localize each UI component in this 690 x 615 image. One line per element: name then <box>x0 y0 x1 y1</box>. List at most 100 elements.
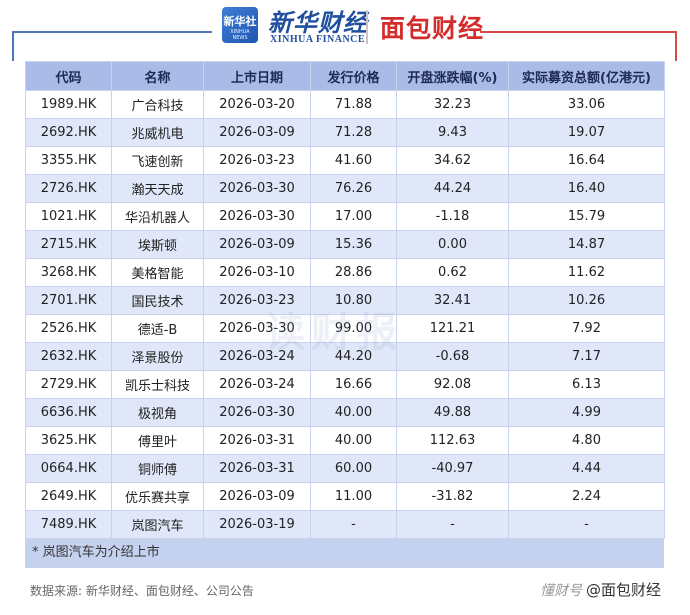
cell-open-change: 0.00 <box>396 230 509 259</box>
cell-open-change: 34.62 <box>396 146 509 175</box>
cell-listing-date: 2026-03-09 <box>203 118 311 147</box>
cell-code: 2632.HK <box>25 342 112 371</box>
cell-name: 兆威机电 <box>111 118 204 147</box>
cell-open-change: 121.21 <box>396 314 509 343</box>
table-header-row: 代码 名称 上市日期 发行价格 开盘涨跌幅(%) 实际募资总额(亿港元) <box>25 61 665 91</box>
cell-code: 2526.HK <box>25 314 112 343</box>
cell-name: 飞速创新 <box>111 146 204 175</box>
cell-funds-raised: 4.99 <box>508 398 665 427</box>
cell-open-change: 32.41 <box>396 286 509 315</box>
cell-name: 德适-B <box>111 314 204 343</box>
cell-name: 瀚天天成 <box>111 174 204 203</box>
cell-listing-date: 2026-03-09 <box>203 230 311 259</box>
cell-name: 傅里叶 <box>111 426 204 455</box>
cell-issue-price: 15.36 <box>310 230 397 259</box>
ipo-table: 代码 名称 上市日期 发行价格 开盘涨跌幅(%) 实际募资总额(亿港元) 198… <box>25 61 665 539</box>
cell-open-change: - <box>396 510 509 539</box>
cell-funds-raised: 33.06 <box>508 90 665 119</box>
cell-code: 1021.HK <box>25 202 112 231</box>
mianbao-logo: 面包财经 <box>380 14 485 43</box>
cell-open-change: 9.43 <box>396 118 509 147</box>
cell-funds-raised: 19.07 <box>508 118 665 147</box>
table-note: * 岚图汽车为介绍上市 <box>25 539 664 568</box>
cell-funds-raised: 16.64 <box>508 146 665 175</box>
cell-open-change: 0.62 <box>396 258 509 287</box>
table-row: 1021.HK 华沿机器人 2026-03-30 17.00 -1.18 15.79 <box>25 202 665 231</box>
cell-issue-price: 28.86 <box>310 258 397 287</box>
data-source: 数据来源: 新华财经、面包财经、公司公告 <box>30 584 254 598</box>
cell-code: 0664.HK <box>25 454 112 483</box>
table-row: 2729.HK 凯乐士科技 2026-03-24 16.66 92.08 6.13 <box>25 370 665 399</box>
cell-open-change: -31.82 <box>396 482 509 511</box>
cell-funds-raised: 10.26 <box>508 286 665 315</box>
table-row: 6636.HK 极视角 2026-03-30 40.00 49.88 4.99 <box>25 398 665 427</box>
cell-funds-raised: 4.80 <box>508 426 665 455</box>
cell-issue-price: 16.66 <box>310 370 397 399</box>
cell-listing-date: 2026-03-10 <box>203 258 311 287</box>
cell-issue-price: 60.00 <box>310 454 397 483</box>
xinhua-news-logo: 新华社 XINHUA NEWS <box>222 7 258 43</box>
cell-name: 铜师傅 <box>111 454 204 483</box>
cell-code: 2726.HK <box>25 174 112 203</box>
cell-open-change: 92.08 <box>396 370 509 399</box>
cell-funds-raised: 14.87 <box>508 230 665 259</box>
frame-vline-left <box>12 31 14 61</box>
cell-listing-date: 2026-03-24 <box>203 370 311 399</box>
cell-funds-raised: 6.13 <box>508 370 665 399</box>
cell-code: 3625.HK <box>25 426 112 455</box>
cell-listing-date: 2026-03-31 <box>203 426 311 455</box>
table-row: 2526.HK 德适-B 2026-03-30 99.00 121.21 7.92 <box>25 314 665 343</box>
header-open-change: 开盘涨跌幅(%) <box>396 61 509 91</box>
cell-issue-price: 71.28 <box>310 118 397 147</box>
cell-funds-raised: 7.17 <box>508 342 665 371</box>
cell-funds-raised: 4.44 <box>508 454 665 483</box>
table-row: 2715.HK 埃斯顿 2026-03-09 15.36 0.00 14.87 <box>25 230 665 259</box>
cell-code: 2729.HK <box>25 370 112 399</box>
cell-name: 优乐赛共享 <box>111 482 204 511</box>
table-row: 3625.HK 傅里叶 2026-03-31 40.00 112.63 4.80 <box>25 426 665 455</box>
cell-issue-price: 99.00 <box>310 314 397 343</box>
table-row: 2701.HK 国民技术 2026-03-23 10.80 32.41 10.26 <box>25 286 665 315</box>
cell-open-change: -40.97 <box>396 454 509 483</box>
table-row: 2632.HK 泽景股份 2026-03-24 44.20 -0.68 7.17 <box>25 342 665 371</box>
cell-name: 广合科技 <box>111 90 204 119</box>
table-row: 2726.HK 瀚天天成 2026-03-30 76.26 44.24 16.40 <box>25 174 665 203</box>
cell-open-change: -1.18 <box>396 202 509 231</box>
cell-open-change: 32.23 <box>396 90 509 119</box>
frame-vline-right <box>675 31 677 61</box>
cell-name: 埃斯顿 <box>111 230 204 259</box>
corner-credit: 懂财号 @面包财经 <box>540 579 661 600</box>
header-funds-raised: 实际募资总额(亿港元) <box>508 61 665 91</box>
cell-open-change: 44.24 <box>396 174 509 203</box>
table-row: 3355.HK 飞速创新 2026-03-23 41.60 34.62 16.64 <box>25 146 665 175</box>
table-row: 3268.HK 美格智能 2026-03-10 28.86 0.62 11.62 <box>25 258 665 287</box>
cell-issue-price: 17.00 <box>310 202 397 231</box>
frame-line-blue <box>12 31 212 33</box>
cell-name: 国民技术 <box>111 286 204 315</box>
cell-listing-date: 2026-03-30 <box>203 314 311 343</box>
cell-listing-date: 2026-03-30 <box>203 202 311 231</box>
table-row: 1989.HK 广合科技 2026-03-20 71.88 32.23 33.06 <box>25 90 665 119</box>
cell-name: 极视角 <box>111 398 204 427</box>
cell-open-change: 49.88 <box>396 398 509 427</box>
cell-open-change: -0.68 <box>396 342 509 371</box>
header: 新华社 XINHUA NEWS 新华财经 XINHUA FINANCE 面包财经 <box>0 0 690 52</box>
table-body: 1989.HK 广合科技 2026-03-20 71.88 32.23 33.06 2692… <box>25 90 665 539</box>
cell-listing-date: 2026-03-23 <box>203 146 311 175</box>
cell-funds-raised: 7.92 <box>508 314 665 343</box>
frame-line-red <box>480 31 677 33</box>
cell-listing-date: 2026-03-19 <box>203 510 311 539</box>
cell-code: 2649.HK <box>25 482 112 511</box>
cell-listing-date: 2026-03-23 <box>203 286 311 315</box>
cell-name: 华沿机器人 <box>111 202 204 231</box>
ipo-table-wrap: 代码 名称 上市日期 发行价格 开盘涨跌幅(%) 实际募资总额(亿港元) 198… <box>25 61 665 568</box>
cell-listing-date: 2026-03-24 <box>203 342 311 371</box>
cell-funds-raised: - <box>508 510 665 539</box>
cell-code: 2692.HK <box>25 118 112 147</box>
cell-issue-price: 10.80 <box>310 286 397 315</box>
cell-issue-price: 40.00 <box>310 398 397 427</box>
cell-listing-date: 2026-03-20 <box>203 90 311 119</box>
cell-listing-date: 2026-03-30 <box>203 174 311 203</box>
cell-listing-date: 2026-03-31 <box>203 454 311 483</box>
corner-watermark: 懂财号 <box>540 583 582 599</box>
